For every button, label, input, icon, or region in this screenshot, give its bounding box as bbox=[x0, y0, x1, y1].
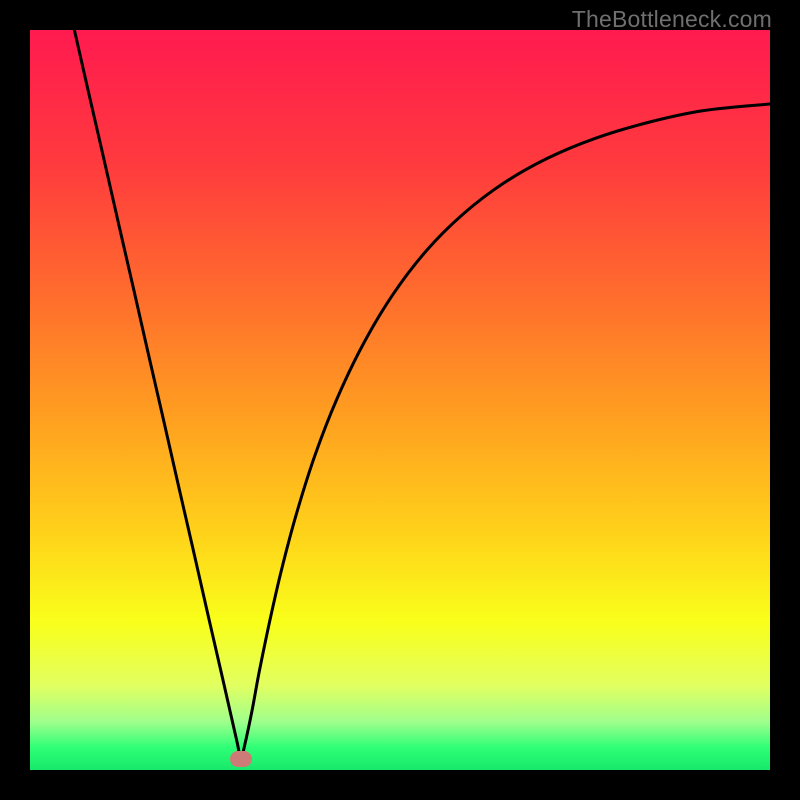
optimum-marker bbox=[230, 751, 252, 767]
plot-area bbox=[30, 30, 770, 770]
chart-curve bbox=[30, 30, 770, 770]
frame: TheBottleneck.com bbox=[0, 0, 800, 800]
watermark-text: TheBottleneck.com bbox=[572, 6, 772, 33]
